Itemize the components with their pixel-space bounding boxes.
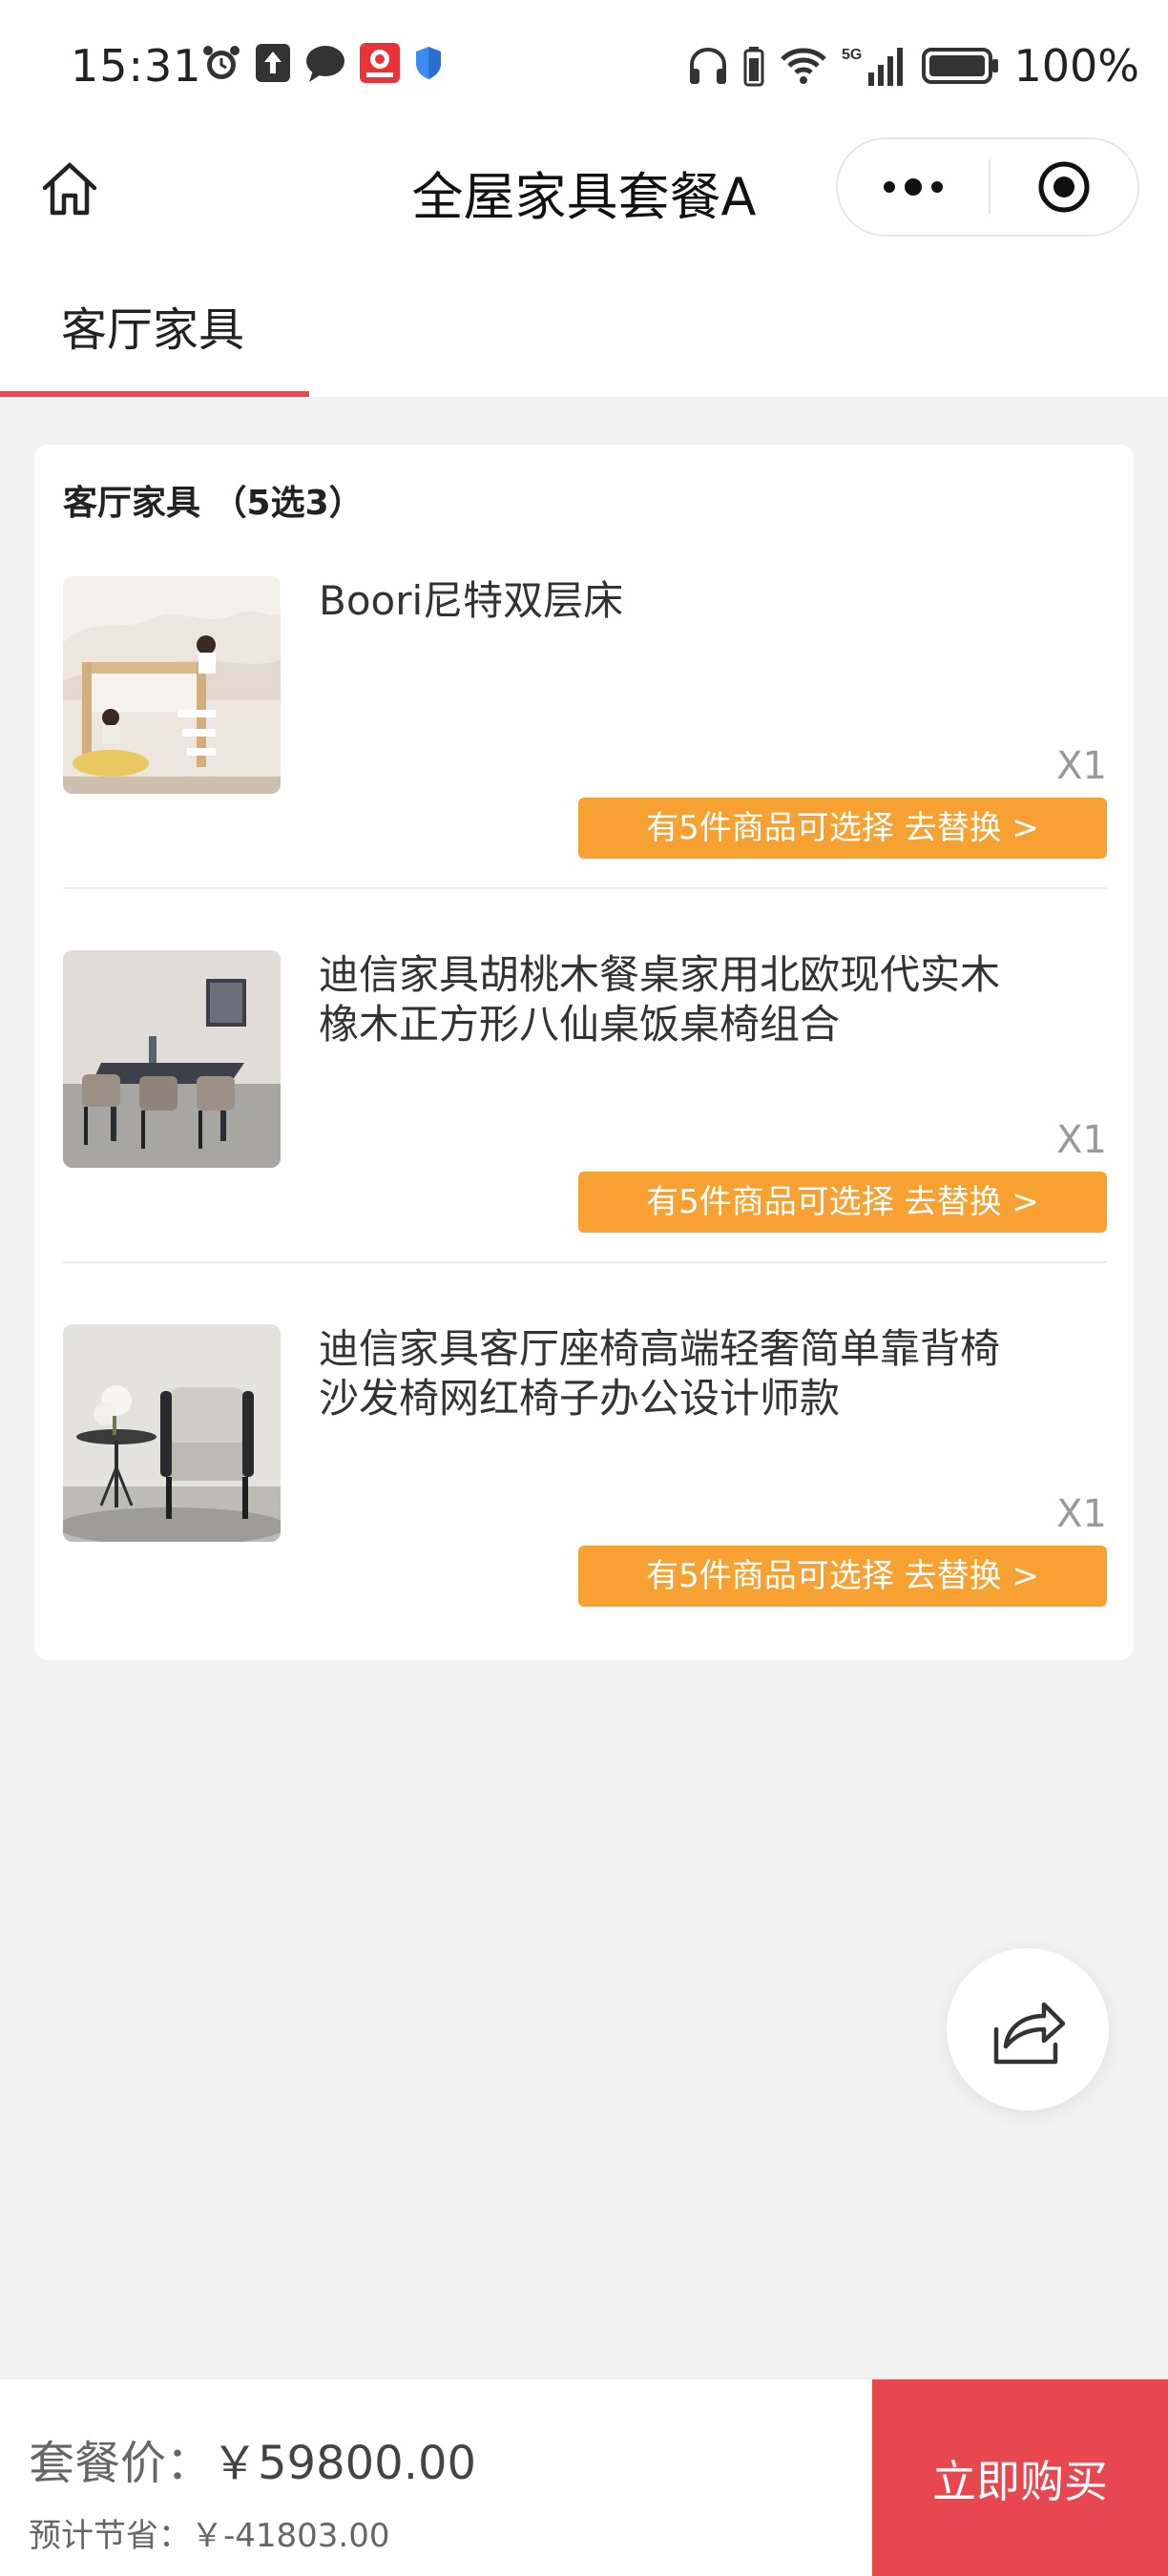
category-tabs: 客厅家具 — [0, 239, 1168, 397]
app-badge-icon — [360, 43, 400, 83]
package-section-card: 客厅家具 （5选3） Boori尼特双层床 X1 有5件商品可选择 去替换 > … — [34, 445, 1134, 1660]
tab-label: 客厅家具 — [61, 303, 245, 357]
share-icon — [993, 2002, 1066, 2065]
product-quantity: X1 — [1056, 1118, 1107, 1162]
list-item: 迪信家具胡桃木餐桌家用北欧现代实木橡木正方形八仙桌饭桌椅组合 X1 有5件商品可… — [63, 950, 1107, 1305]
product-name[interactable]: Boori尼特双层床 — [319, 576, 1006, 626]
upload-icon — [256, 44, 290, 82]
mini-program-capsule — [836, 137, 1139, 237]
section-title: 客厅家具 （5选3） — [63, 484, 364, 523]
replace-product-button[interactable]: 有5件商品可选择 去替换 > — [578, 1172, 1107, 1233]
battery-percent: 100% — [1013, 40, 1139, 92]
estimated-savings: 预计节省：￥-41803.00 — [29, 2509, 390, 2556]
tab-active-indicator — [0, 391, 309, 397]
tab-living-room[interactable]: 客厅家具 — [0, 239, 309, 397]
product-thumbnail-dining-table[interactable] — [63, 950, 281, 1168]
savings-value: ￥-41803.00 — [191, 2517, 390, 2555]
alarm-icon — [203, 46, 240, 79]
product-quantity: X1 — [1056, 744, 1107, 788]
close-mini-program-button[interactable] — [991, 139, 1137, 235]
message-icon — [306, 46, 344, 82]
headphones-icon — [690, 47, 727, 84]
nav-bar: 全屋家具套餐A — [0, 134, 1168, 239]
battery-small-icon — [743, 47, 764, 87]
savings-label: 预计节省： — [29, 2517, 191, 2555]
more-button[interactable] — [838, 139, 989, 235]
price-value: ￥59800.00 — [212, 2437, 477, 2490]
notification-icons — [200, 42, 445, 84]
buy-now-button[interactable]: 立即购买 — [872, 2379, 1168, 2576]
share-button[interactable] — [947, 1948, 1109, 2110]
price-label: 套餐价： — [29, 2437, 213, 2490]
list-item: 迪信家具客厅座椅高端轻奢简单靠背椅沙发椅网红椅子办公设计师款 X1 有5件商品可… — [63, 1324, 1107, 1679]
product-thumbnail-bunk-bed[interactable] — [63, 576, 281, 794]
wifi-icon — [781, 48, 827, 84]
more-dots-icon — [884, 178, 943, 196]
shield-icon — [416, 47, 441, 79]
product-quantity: X1 — [1056, 1492, 1107, 1536]
system-icons: 5G 100% — [687, 40, 1139, 92]
replace-product-button[interactable]: 有5件商品可选择 去替换 > — [578, 1546, 1107, 1607]
product-thumbnail-lounge-chair[interactable] — [63, 1324, 281, 1542]
battery-icon — [922, 48, 999, 84]
package-price: 套餐价：￥59800.00 — [29, 2425, 476, 2492]
status-time: 15:31 — [71, 40, 202, 92]
item-divider — [63, 887, 1107, 889]
item-divider — [63, 1261, 1107, 1263]
target-close-icon — [1038, 161, 1090, 213]
list-item: Boori尼特双层床 X1 有5件商品可选择 去替换 > — [63, 576, 1107, 931]
replace-product-button[interactable]: 有5件商品可选择 去替换 > — [578, 798, 1107, 859]
page: 15:31 5G 100% 全屋家具套餐A 客厅家具 客厅家具 （5选3） Bo… — [0, 0, 1168, 2576]
cellular-signal-icon: 5G — [842, 47, 904, 86]
network-type: 5G — [842, 47, 862, 63]
product-name[interactable]: 迪信家具胡桃木餐桌家用北欧现代实木橡木正方形八仙桌饭桌椅组合 — [319, 950, 1006, 1049]
bottom-checkout-bar: 套餐价：￥59800.00 预计节省：￥-41803.00 立即购买 — [0, 2378, 1168, 2576]
product-name[interactable]: 迪信家具客厅座椅高端轻奢简单靠背椅沙发椅网红椅子办公设计师款 — [319, 1324, 1006, 1423]
status-bar: 15:31 5G 100% — [0, 0, 1168, 134]
